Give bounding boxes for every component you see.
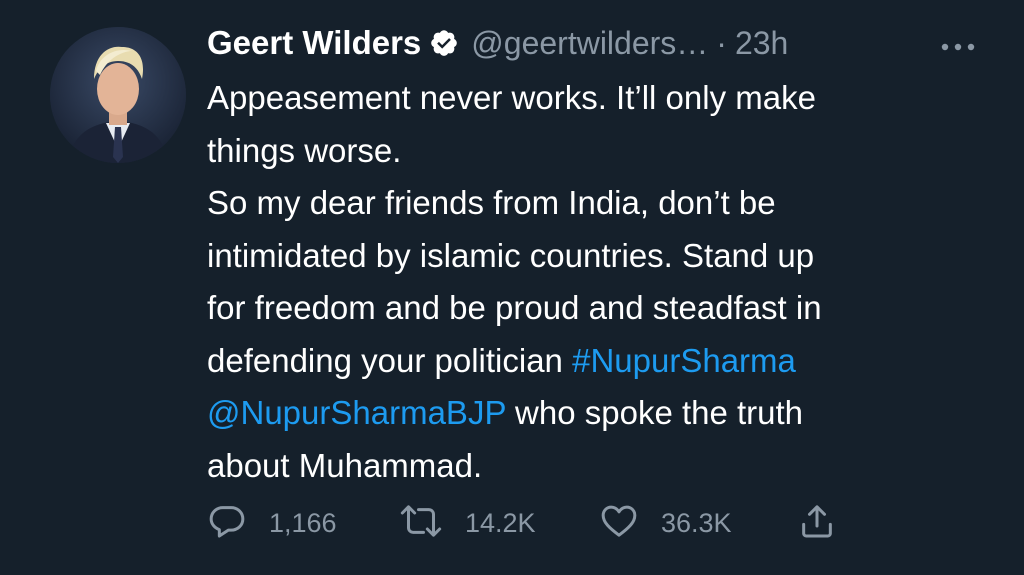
retweet-button[interactable]: 14.2K — [399, 501, 599, 546]
tweet-text-segment: defending your politician — [207, 341, 573, 379]
tweet-header: Geert Wilders @geertwilders… · 23h — [207, 14, 997, 72]
tweet-text-segment: for freedom and be proud and steadfast i… — [207, 289, 822, 326]
tweet-text-line: defending your politician #NupurSharma — [207, 335, 997, 388]
tweet-actions: 1,166 14.2K 36.3K — [207, 498, 837, 548]
tweet-text-line: about Muhammad. — [207, 440, 997, 493]
share-upload-icon — [797, 501, 837, 546]
hashtag-link[interactable]: #NupurSharma — [572, 342, 796, 379]
tweet-text-line: Appeasement never works. It’ll only make — [207, 72, 997, 125]
tweet-text-segment: about Muhammad. — [207, 446, 483, 484]
tweet-text-line: So my dear friends from India, don’t be — [207, 177, 997, 230]
tweet-text-line: intimidated by islamic countries. Stand … — [207, 230, 997, 283]
tweet-text-line: for freedom and be proud and steadfast i… — [207, 282, 997, 335]
like-count: 36.3K — [661, 507, 732, 538]
avatar[interactable] — [50, 27, 186, 163]
tweet-text-segment: things worse. — [207, 131, 402, 169]
tweet-text: Appeasement never works. It’ll only make… — [207, 72, 997, 492]
reply-button[interactable]: 1,166 — [207, 501, 399, 546]
like-button[interactable]: 36.3K — [599, 501, 797, 546]
author-name[interactable]: Geert Wilders — [207, 24, 421, 62]
mention-link[interactable]: @NupurSharmaBJP — [207, 394, 506, 431]
reply-bubble-icon — [207, 501, 247, 546]
tweet-text-segment: who spoke the truth — [505, 394, 804, 431]
reply-count: 1,166 — [269, 507, 337, 538]
separator-dot: · — [716, 24, 727, 61]
tweet-text-segment: intimidated by islamic countries. Stand … — [207, 236, 815, 274]
tweet-content: Geert Wilders @geertwilders… · 23h Appea… — [207, 14, 997, 492]
more-horizontal-icon[interactable] — [935, 32, 981, 62]
tweet-text-segment: So my dear friends from India, don’t be — [207, 184, 776, 221]
author-handle[interactable]: @geertwilders… — [471, 25, 708, 62]
tweet-text-line: things worse. — [207, 125, 997, 178]
share-button[interactable] — [797, 501, 837, 546]
tweet-timestamp[interactable]: 23h — [735, 25, 788, 62]
heart-outline-icon — [599, 501, 639, 546]
tweet-text-segment: Appeasement never works. It’ll only make — [207, 79, 816, 116]
tweet[interactable]: Geert Wilders @geertwilders… · 23h Appea… — [0, 0, 1024, 575]
verified-badge-icon — [429, 28, 459, 58]
avatar-portrait — [50, 27, 186, 163]
retweet-arrows-icon — [399, 501, 443, 546]
retweet-count: 14.2K — [465, 507, 536, 538]
tweet-text-line: @NupurSharmaBJP who spoke the truth — [207, 387, 997, 440]
